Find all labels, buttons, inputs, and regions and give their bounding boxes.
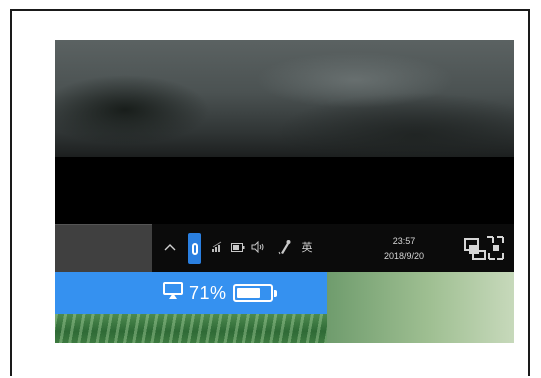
- wallpaper-grass: [55, 314, 327, 343]
- screenshot: 英 23:57 2018/9/20 71%: [55, 40, 514, 343]
- desktop-wallpaper: [55, 40, 514, 157]
- clock-time: 23:57: [392, 236, 416, 246]
- bluetooth-icon[interactable]: [188, 233, 201, 264]
- wallpaper-green-area: [327, 272, 514, 343]
- clock[interactable]: 23:57 2018/9/20: [367, 231, 441, 267]
- battery-status-bar: 71%: [55, 272, 327, 314]
- taskbar-window-button[interactable]: [55, 224, 152, 273]
- chevron-up-icon[interactable]: [164, 240, 176, 254]
- battery-percent: 71%: [189, 282, 227, 303]
- battery-status-content: 71%: [163, 280, 277, 306]
- volume-icon[interactable]: [250, 240, 266, 254]
- battery-level-fill: [236, 288, 260, 298]
- bluetooth-glyph: [191, 242, 198, 255]
- battery-nub: [273, 290, 277, 297]
- system-tray: 英 23:57 2018/9/20: [152, 224, 514, 272]
- battery-level-icon: [232, 284, 277, 302]
- ime-icon[interactable]: 英: [299, 238, 315, 256]
- cast-icon[interactable]: [163, 281, 183, 305]
- network-icon[interactable]: [210, 240, 224, 254]
- battery-icon[interactable]: [230, 240, 246, 254]
- notification-icon[interactable]: [461, 234, 507, 264]
- pen-icon[interactable]: [277, 238, 293, 256]
- clock-date: 2018/9/20: [383, 251, 425, 261]
